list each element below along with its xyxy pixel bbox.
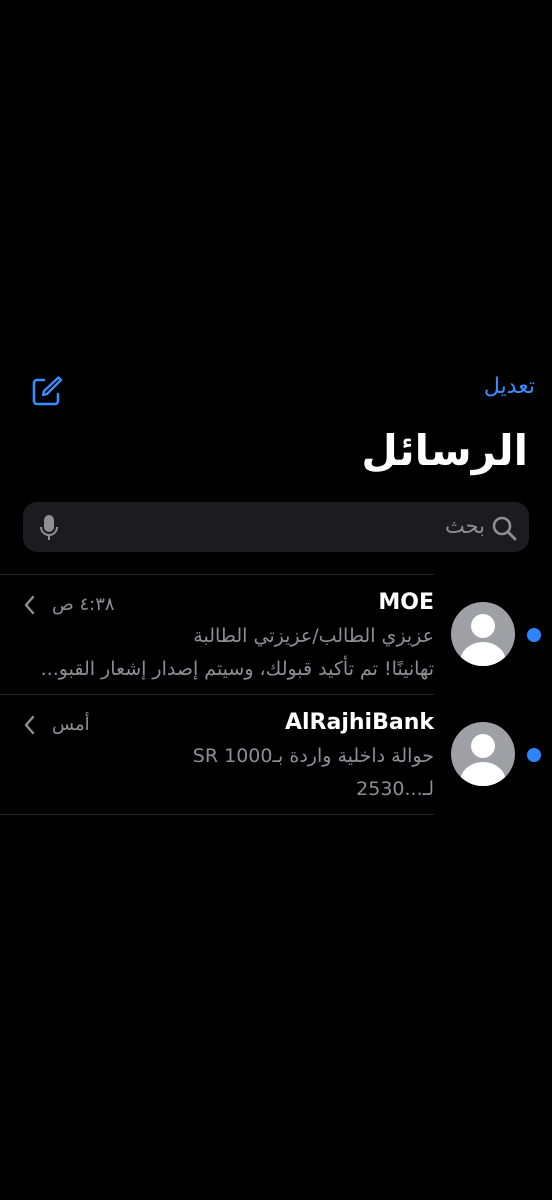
- message-preview-line-2: لـ...2530: [356, 778, 434, 800]
- conversation-row[interactable]: MOE ٤:٣٨ ص عزيزي الطالب/عزيزتي الطالبة ت…: [0, 575, 552, 695]
- unread-indicator: [527, 748, 541, 762]
- message-preview-line-1: عزيزي الطالب/عزيزتي الطالبة: [193, 625, 434, 647]
- avatar: [451, 722, 515, 786]
- chevron-left-icon: [24, 715, 35, 735]
- sender-name: MOE: [378, 590, 434, 615]
- message-preview-line-2: تهانينًا! تم تأكيد قبولك، وسيتم إصدار إش…: [40, 658, 434, 680]
- compose-icon[interactable]: [30, 374, 64, 408]
- navigation-bar: تعديل: [0, 368, 552, 414]
- chevron-left-icon: [24, 595, 35, 615]
- avatar: [451, 602, 515, 666]
- search-icon: [492, 516, 517, 541]
- conversation-row[interactable]: AlRajhiBank أمس حوالة داخلية واردة بـ100…: [0, 695, 552, 815]
- message-time: ٤:٣٨ ص: [52, 594, 115, 615]
- page-title: الرسائل: [361, 426, 528, 475]
- unread-indicator: [527, 628, 541, 642]
- search-placeholder: بحث: [444, 514, 485, 538]
- edit-button[interactable]: تعديل: [484, 374, 535, 399]
- mic-icon[interactable]: [39, 514, 59, 542]
- message-preview-line-1: حوالة داخلية واردة بـ1000 SR: [192, 745, 434, 767]
- message-time: أمس: [52, 714, 90, 735]
- row-divider: [0, 814, 434, 815]
- sender-name: AlRajhiBank: [284, 710, 434, 735]
- search-input[interactable]: بحث: [23, 502, 529, 552]
